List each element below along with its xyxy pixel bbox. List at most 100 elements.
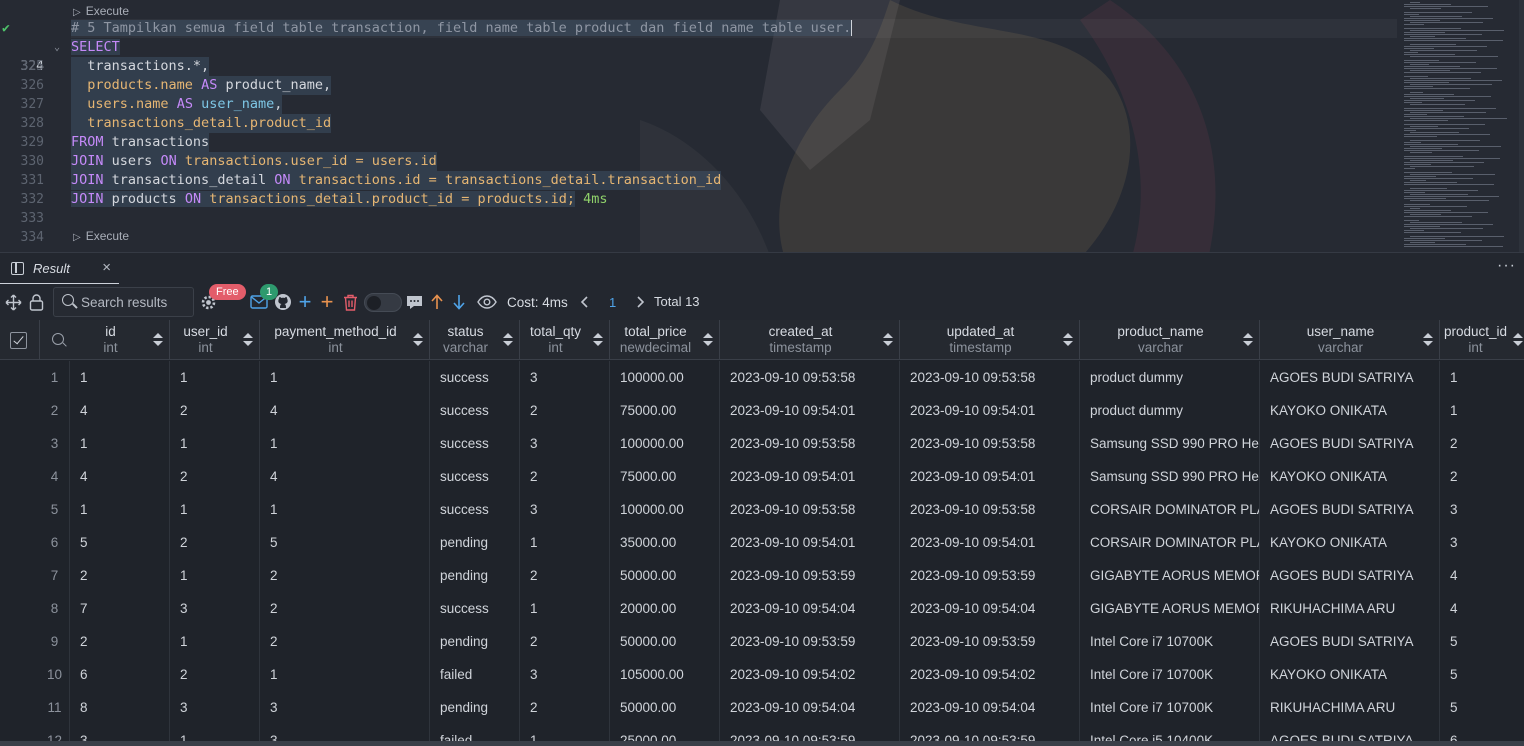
table-cell-total-qty[interactable]: 3 <box>520 427 610 460</box>
search-results-input[interactable] <box>81 293 191 311</box>
code-line[interactable]: 334 <box>0 209 1400 245</box>
table-cell-user-id[interactable]: 2 <box>170 526 260 559</box>
table-cell-created-at[interactable]: 2023-09-10 09:53:58 <box>720 493 900 526</box>
table-cell-user-name[interactable]: KAYOKO ONIKATA <box>1260 460 1440 493</box>
table-cell-created-at[interactable]: 2023-09-10 09:54:01 <box>720 394 900 427</box>
table-cell-total-qty[interactable]: 1 <box>520 526 610 559</box>
execute-codelens[interactable]: ▷ Execute <box>73 228 129 244</box>
table-cell-user-id[interactable]: 1 <box>170 361 260 394</box>
code-line[interactable]: ✔ 324 # 5 Tampilkan semua field table tr… <box>0 19 1400 74</box>
table-cell-user-name[interactable]: AGOES BUDI SATRIYA <box>1260 427 1440 460</box>
sort-icon[interactable] <box>243 333 253 347</box>
table-cell-status[interactable]: success <box>430 394 520 427</box>
table-cell-user-name[interactable]: AGOES BUDI SATRIYA <box>1260 361 1440 394</box>
table-cell-total-qty[interactable]: 2 <box>520 460 610 493</box>
table-cell-created-at[interactable]: 2023-09-10 09:54:04 <box>720 691 900 724</box>
column-header-status[interactable]: status varchar <box>430 320 520 360</box>
arrow-up-icon[interactable] <box>428 292 446 312</box>
table-cell-created-at[interactable]: 2023-09-10 09:54:04 <box>720 592 900 625</box>
code-line[interactable]: 327 products.name AS product_name, <box>0 76 1400 112</box>
sort-icon[interactable] <box>503 333 513 347</box>
table-cell-updated-at[interactable]: 2023-09-10 09:54:04 <box>900 592 1080 625</box>
sort-icon[interactable] <box>703 333 713 347</box>
table-cell-user-id[interactable]: 1 <box>170 427 260 460</box>
table-row[interactable]: 7 2 1 2 pending 2 50000.00 2023-09-10 09:53:59 2… <box>0 559 1524 592</box>
code-line[interactable]: 332 JOIN transactions_detail ON transact… <box>0 171 1400 207</box>
table-cell-product-name[interactable]: Intel Core i7 10700K <box>1080 658 1260 691</box>
table-cell-payment-method-id[interactable]: 2 <box>260 625 430 658</box>
column-header-created-at[interactable]: created_at timestamp <box>720 320 900 360</box>
table-row[interactable]: 10 6 2 1 failed 3 105000.00 2023-09-10 09:54:02… <box>0 658 1524 691</box>
table-cell-total-price[interactable]: 105000.00 <box>610 658 720 691</box>
table-cell-product-name[interactable]: Intel Core i7 10700K <box>1080 625 1260 658</box>
table-cell-created-at[interactable]: 2023-09-10 09:54:02 <box>720 658 900 691</box>
chevron-right-icon[interactable] <box>634 292 648 312</box>
table-cell-total-price[interactable]: 100000.00 <box>610 361 720 394</box>
insert-icon[interactable]: + <box>318 289 336 314</box>
column-header-payment-method-id[interactable]: payment_method_id int <box>260 320 430 360</box>
table-cell-id[interactable]: 1 <box>70 361 170 394</box>
table-cell-total-price[interactable]: 75000.00 <box>610 460 720 493</box>
table-cell-product-name[interactable]: product dummy <box>1080 394 1260 427</box>
table-cell-user-id[interactable]: 2 <box>170 394 260 427</box>
move-icon[interactable] <box>3 292 23 312</box>
arrow-down-icon[interactable] <box>450 292 468 312</box>
table-cell-payment-method-id[interactable]: 2 <box>260 559 430 592</box>
github-icon[interactable] <box>273 292 293 312</box>
table-cell-product-id[interactable]: 3 <box>1440 526 1524 559</box>
table-cell-payment-method-id[interactable]: 1 <box>260 361 430 394</box>
table-cell-updated-at[interactable]: 2023-09-10 09:54:02 <box>900 658 1080 691</box>
minimap[interactable] <box>1402 0 1520 252</box>
table-row[interactable]: 3 1 1 1 success 3 100000.00 2023-09-10 09:53:58… <box>0 427 1524 460</box>
table-cell-user-name[interactable]: KAYOKO ONIKATA <box>1260 394 1440 427</box>
column-header-product-name[interactable]: product_name varchar <box>1080 320 1260 360</box>
table-cell-product-id[interactable]: 2 <box>1440 427 1524 460</box>
toggle-switch[interactable] <box>364 293 402 312</box>
table-cell-user-id[interactable]: 1 <box>170 493 260 526</box>
column-header-user-id[interactable]: user_id int <box>170 320 260 360</box>
table-row[interactable]: 11 8 3 3 pending 2 50000.00 2023-09-10 09:54:04… <box>0 691 1524 724</box>
lock-icon[interactable] <box>27 292 45 312</box>
comment-icon[interactable] <box>404 292 424 312</box>
table-cell-updated-at[interactable]: 2023-09-10 09:54:04 <box>900 691 1080 724</box>
table-row[interactable]: 1 1 1 1 success 3 100000.00 2023-09-10 09:53:58… <box>0 361 1524 394</box>
table-cell-total-price[interactable]: 50000.00 <box>610 625 720 658</box>
table-cell-user-id[interactable]: 3 <box>170 592 260 625</box>
sort-icon[interactable] <box>1243 333 1253 347</box>
table-cell-status[interactable]: success <box>430 592 520 625</box>
code-line[interactable]: 325 ⌄ SELECT <box>0 38 1400 74</box>
table-cell-total-qty[interactable]: 2 <box>520 394 610 427</box>
sort-icon[interactable] <box>413 333 423 347</box>
eye-icon[interactable] <box>476 292 498 312</box>
table-row[interactable]: 5 1 1 1 success 3 100000.00 2023-09-10 09:53:58… <box>0 493 1524 526</box>
table-cell-status[interactable]: success <box>430 493 520 526</box>
execute-codelens[interactable]: ▷ Execute <box>73 3 129 19</box>
table-cell-user-name[interactable]: RIKUHACHIMA ARU <box>1260 691 1440 724</box>
code-line[interactable]: 331 JOIN users ON transactions.user_id =… <box>0 152 1400 188</box>
table-cell-total-price[interactable]: 50000.00 <box>610 559 720 592</box>
column-header-user-name[interactable]: user_name varchar <box>1260 320 1440 360</box>
table-row[interactable]: 2 4 2 4 success 2 75000.00 2023-09-10 09:54:01 2… <box>0 394 1524 427</box>
table-cell-updated-at[interactable]: 2023-09-10 09:53:58 <box>900 493 1080 526</box>
table-cell-payment-method-id[interactable]: 1 <box>260 658 430 691</box>
sort-icon[interactable] <box>1513 333 1523 347</box>
table-cell-product-id[interactable]: 2 <box>1440 460 1524 493</box>
table-cell-total-qty[interactable]: 2 <box>520 625 610 658</box>
table-cell-product-id[interactable]: 5 <box>1440 658 1524 691</box>
table-cell-updated-at[interactable]: 2023-09-10 09:54:01 <box>900 460 1080 493</box>
sort-icon[interactable] <box>593 333 603 347</box>
table-cell-id[interactable]: 1 <box>70 427 170 460</box>
fold-chevron-icon[interactable]: ⌄ <box>54 38 60 57</box>
table-cell-product-name[interactable]: CORSAIR DOMINATOR PLA <box>1080 493 1260 526</box>
tab-result[interactable]: Result × <box>0 253 119 284</box>
code-line[interactable]: 329 transactions_detail.product_id <box>0 114 1400 150</box>
column-header-total-qty[interactable]: total_qty int <box>520 320 610 360</box>
table-cell-updated-at[interactable]: 2023-09-10 09:53:58 <box>900 427 1080 460</box>
column-header-total-price[interactable]: total_price newdecimal <box>610 320 720 360</box>
table-cell-product-id[interactable]: 5 <box>1440 691 1524 724</box>
code-line[interactable]: 326 transactions.*, <box>0 57 1400 93</box>
table-cell-total-price[interactable]: 100000.00 <box>610 493 720 526</box>
sql-editor[interactable]: ▷ Execute ✔ 324 # 5 Tampilkan semua field… <box>0 0 1524 252</box>
chevron-left-icon[interactable] <box>577 292 591 312</box>
table-row[interactable]: 4 4 2 4 success 2 75000.00 2023-09-10 09:54:01 2… <box>0 460 1524 493</box>
